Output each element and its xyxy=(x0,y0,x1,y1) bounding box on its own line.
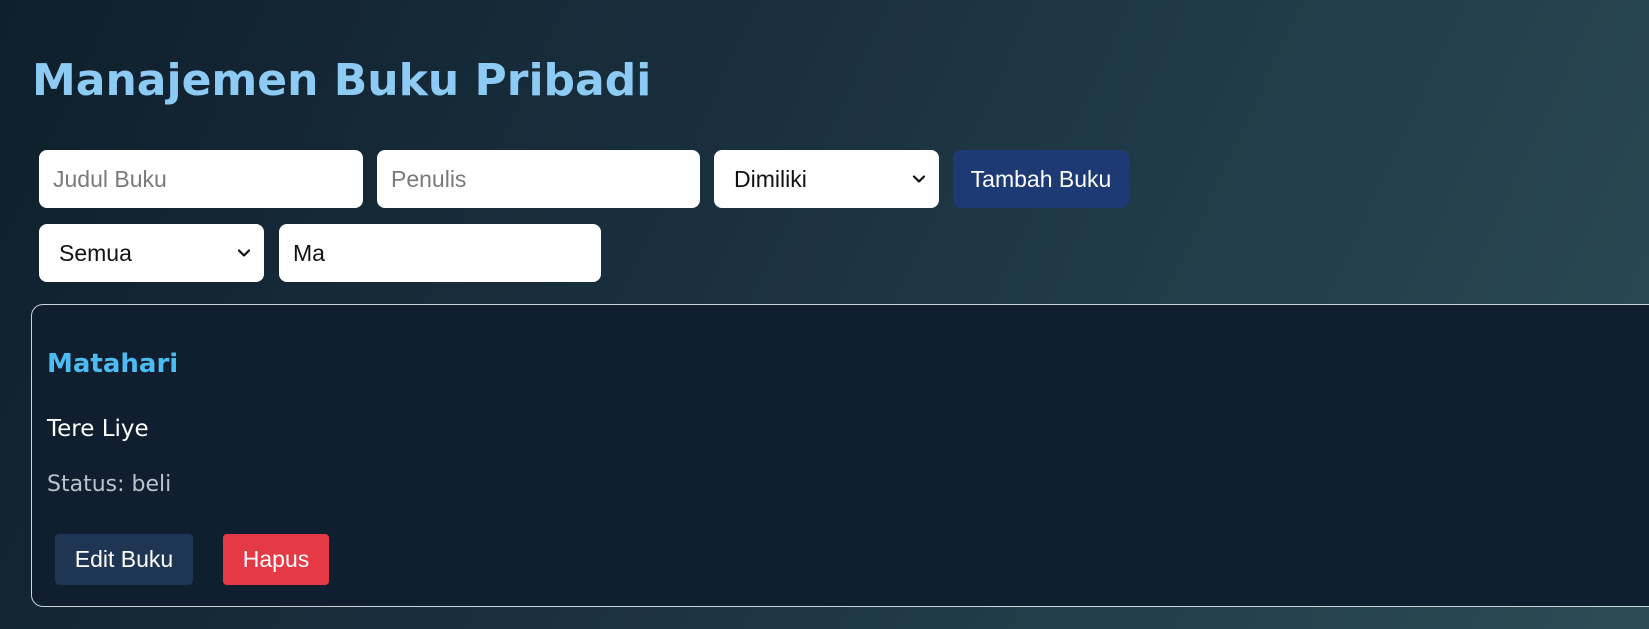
page: Manajemen Buku Pribadi Dimiliki Tambah B… xyxy=(0,0,1649,629)
ownership-select[interactable]: Dimiliki xyxy=(714,150,939,208)
filter-status-select[interactable]: Semua xyxy=(39,224,264,282)
add-book-button[interactable]: Tambah Buku xyxy=(953,150,1129,208)
title-input[interactable] xyxy=(39,150,363,208)
edit-book-button[interactable]: Edit Buku xyxy=(55,534,193,585)
author-input[interactable] xyxy=(377,150,700,208)
chevron-down-icon xyxy=(912,175,926,183)
ownership-select-value: Dimiliki xyxy=(734,165,807,192)
search-input[interactable] xyxy=(279,224,601,282)
delete-book-button[interactable]: Hapus xyxy=(223,534,329,585)
chevron-down-icon xyxy=(237,249,251,257)
book-card: Matahari Tere Liye Status: beli Edit Buk… xyxy=(31,304,1649,607)
page-title: Manajemen Buku Pribadi xyxy=(32,55,652,106)
book-author: Tere Liye xyxy=(47,416,149,442)
filter-status-select-value: Semua xyxy=(59,239,132,266)
book-status: Status: beli xyxy=(47,472,172,497)
book-title: Matahari xyxy=(47,349,179,379)
